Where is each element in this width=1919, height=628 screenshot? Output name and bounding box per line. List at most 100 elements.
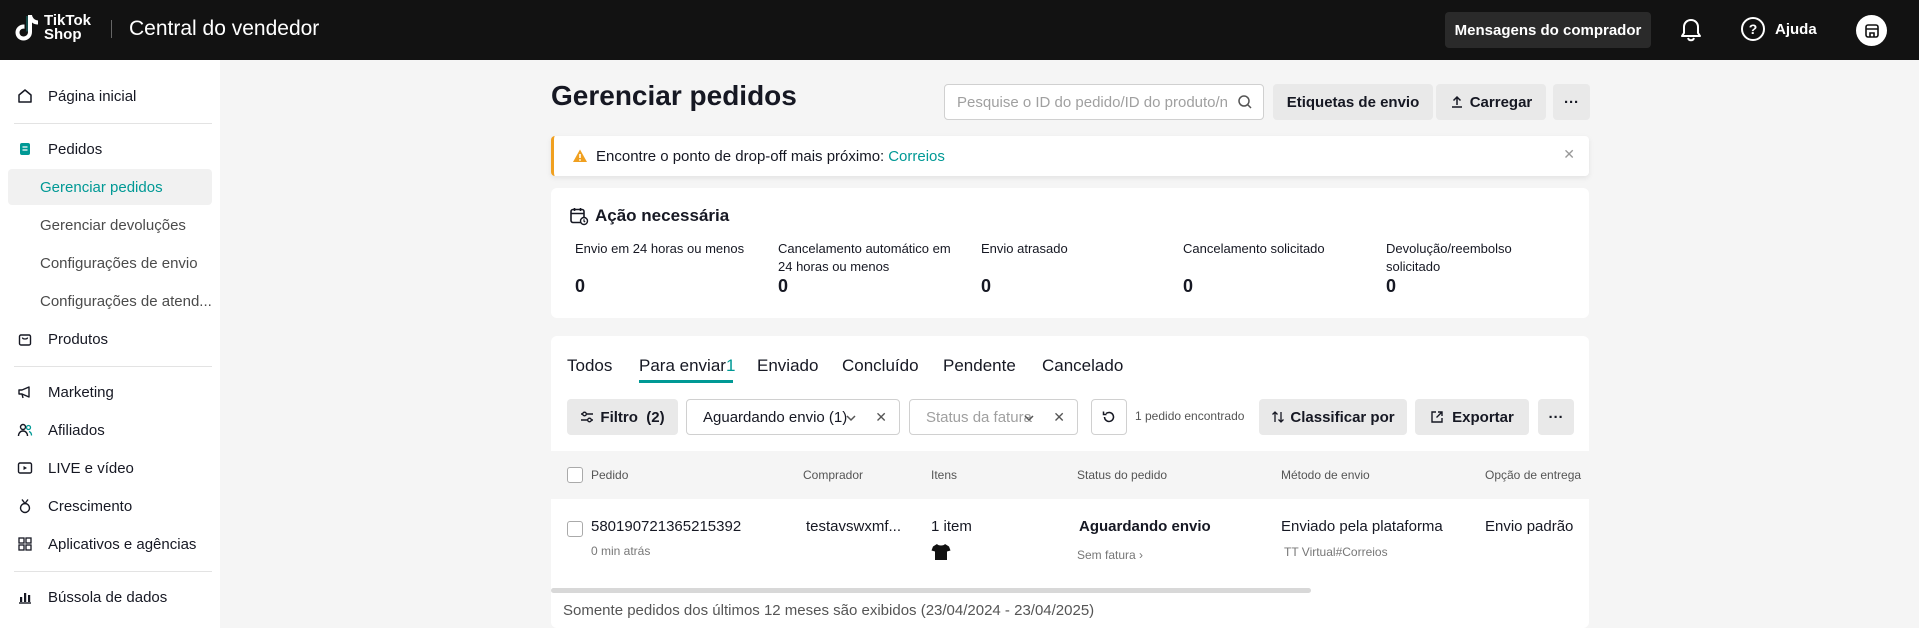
upload-label: Carregar [1469,93,1533,111]
metric-auto-cancel[interactable]: Cancelamento automático em 24 horas ou m… [778,240,958,296]
action-needed-card: Ação necessária Envio em 24 horas ou men… [551,188,1589,318]
search-input[interactable] [957,93,1227,111]
logo-divider [111,20,112,38]
metric-late-shipment[interactable]: Envio atrasado 0 [981,240,1161,296]
chevron-down-icon [1024,415,1034,422]
order-search[interactable] [944,84,1264,120]
delivery-option: Envio padrão [1485,518,1574,535]
horizontal-scrollbar[interactable] [551,588,1311,593]
tab-label: Para enviar [639,356,726,375]
sidebar-item-home[interactable]: Página inicial [8,78,212,114]
sidebar-item-label: Marketing [48,383,114,401]
orders-table-header: Pedido Comprador Itens Status do pedido … [551,451,1589,499]
help-label: Ajuda [1775,20,1817,38]
search-icon[interactable] [1237,94,1253,110]
invoice-status-label: Sem fatura [1077,548,1136,562]
banner-text: Encontre o ponto de drop-off mais próxim… [596,147,885,165]
tab-all[interactable]: Todos [567,356,612,376]
sidebar-item-manage-orders[interactable]: Gerenciar pedidos [8,169,212,205]
chevron-right-icon: › [1139,548,1144,562]
sidebar-item-data-compass[interactable]: Bússola de dados [8,579,212,615]
metric-label: Cancelamento solicitado [1183,241,1325,256]
sidebar-item-products[interactable]: Produtos [8,321,212,357]
clear-icon[interactable]: ✕ [1053,409,1065,426]
tab-pending[interactable]: Pendente [943,356,1016,376]
sidebar-item-growth[interactable]: Crescimento [8,488,212,524]
row-checkbox[interactable] [567,521,583,537]
column-header-items[interactable]: Itens [931,468,957,482]
invoice-status-select[interactable]: Status da fatura ✕ [909,399,1078,435]
bell-icon[interactable] [1678,17,1704,43]
filter-button[interactable]: Filtro (2) [567,399,678,435]
sidebar-item-label: LIVE e vídeo [48,459,134,477]
order-id-link[interactable]: 580190721365215392 [591,518,741,535]
sidebar-item-apps-agencies[interactable]: Aplicativos e agências [8,526,212,562]
tab-shipped[interactable]: Enviado [757,356,818,376]
sidebar-item-shipping-settings[interactable]: Configurações de envio [8,245,212,281]
items-count[interactable]: 1 item [931,518,972,535]
avatar[interactable] [1856,15,1887,46]
correios-link[interactable]: Correios [888,148,945,165]
users-icon [17,422,33,438]
tiktok-logo-icon [15,15,38,41]
tab-cancelled[interactable]: Cancelado [1042,356,1123,376]
metric-refund-requested[interactable]: Devolução/reembolso solicitado 0 [1386,240,1566,296]
store-icon [1864,23,1879,38]
metric-value: 0 [778,276,789,296]
sort-icon [1272,411,1285,423]
refresh-icon [1102,411,1115,423]
sort-label: Classificar por [1290,408,1395,426]
sidebar-item-marketing[interactable]: Marketing [8,374,212,410]
medal-icon [17,498,33,514]
export-icon [1431,411,1443,423]
reset-filters-button[interactable] [1091,399,1127,435]
upload-icon [1451,95,1462,108]
home-icon [17,88,33,104]
shipping-labels-button[interactable]: Etiquetas de envio [1273,84,1433,120]
table-row[interactable]: 580190721365215392 0 min atrás testavswx… [551,499,1589,589]
export-button[interactable]: Exportar [1415,399,1529,435]
sort-button[interactable]: Classificar por [1259,399,1407,435]
metric-ship-24h[interactable]: Envio em 24 horas ou menos 0 [575,240,755,296]
carrier-name: TT Virtual#Correios [1284,545,1388,559]
order-status-select[interactable]: Aguardando envio (1) ✕ [686,399,900,435]
metric-value: 0 [1386,276,1397,296]
sidebar-item-label: Produtos [48,330,109,348]
column-header-order[interactable]: Pedido [591,468,628,482]
sidebar-item-live-video[interactable]: LIVE e vídeo [8,450,212,486]
date-range-note: Somente pedidos dos últimos 12 meses são… [563,602,1095,619]
tshirt-icon [931,544,951,560]
sidebar-item-label: Página inicial [48,87,137,105]
invoice-select-placeholder: Status da fatura [926,408,1032,426]
sidebar: Página inicial Pedidos Gerenciar pedidos… [0,60,220,628]
column-header-buyer[interactable]: Comprador [803,468,863,482]
sidebar-item-affiliates[interactable]: Afiliados [8,412,212,448]
invoice-status-link[interactable]: Sem fatura › [1077,548,1143,562]
buyer-messages-button[interactable]: Mensagens do comprador [1445,12,1651,48]
action-needed-label: Ação necessária [595,206,730,225]
column-header-delivery-option[interactable]: Opção de entrega [1485,468,1581,482]
upload-button[interactable]: Carregar [1436,84,1546,120]
close-icon[interactable]: ✕ [1563,146,1575,163]
megaphone-icon [17,384,33,400]
tiktok-shop-logo[interactable]: TikTok Shop [14,13,91,43]
tab-to-ship[interactable]: Para enviar1 [639,356,735,376]
sidebar-item-label: Crescimento [48,497,133,515]
more-options-button[interactable]: ··· [1553,84,1590,120]
help-link[interactable]: ? Ajuda [1741,17,1817,41]
column-header-shipping-method[interactable]: Método de envio [1281,468,1370,482]
tab-completed[interactable]: Concluído [842,356,919,376]
buyer-name[interactable]: testavswxmf... [806,518,901,535]
sidebar-item-orders[interactable]: Pedidos [8,131,212,167]
sidebar-item-service-settings[interactable]: Configurações de atend... [8,283,212,319]
warning-icon [573,149,587,162]
logo-line-2: Shop [44,26,82,43]
metric-label: Cancelamento automático em 24 horas ou m… [778,241,951,274]
select-all-checkbox[interactable] [567,467,583,483]
sidebar-item-manage-returns[interactable]: Gerenciar devoluções [8,207,212,243]
shipping-method: Enviado pela plataforma [1281,518,1443,535]
metric-cancel-requested[interactable]: Cancelamento solicitado 0 [1183,240,1363,296]
clear-icon[interactable]: ✕ [875,409,887,426]
more-actions-button[interactable]: ··· [1538,399,1574,435]
column-header-status[interactable]: Status do pedido [1077,468,1167,482]
